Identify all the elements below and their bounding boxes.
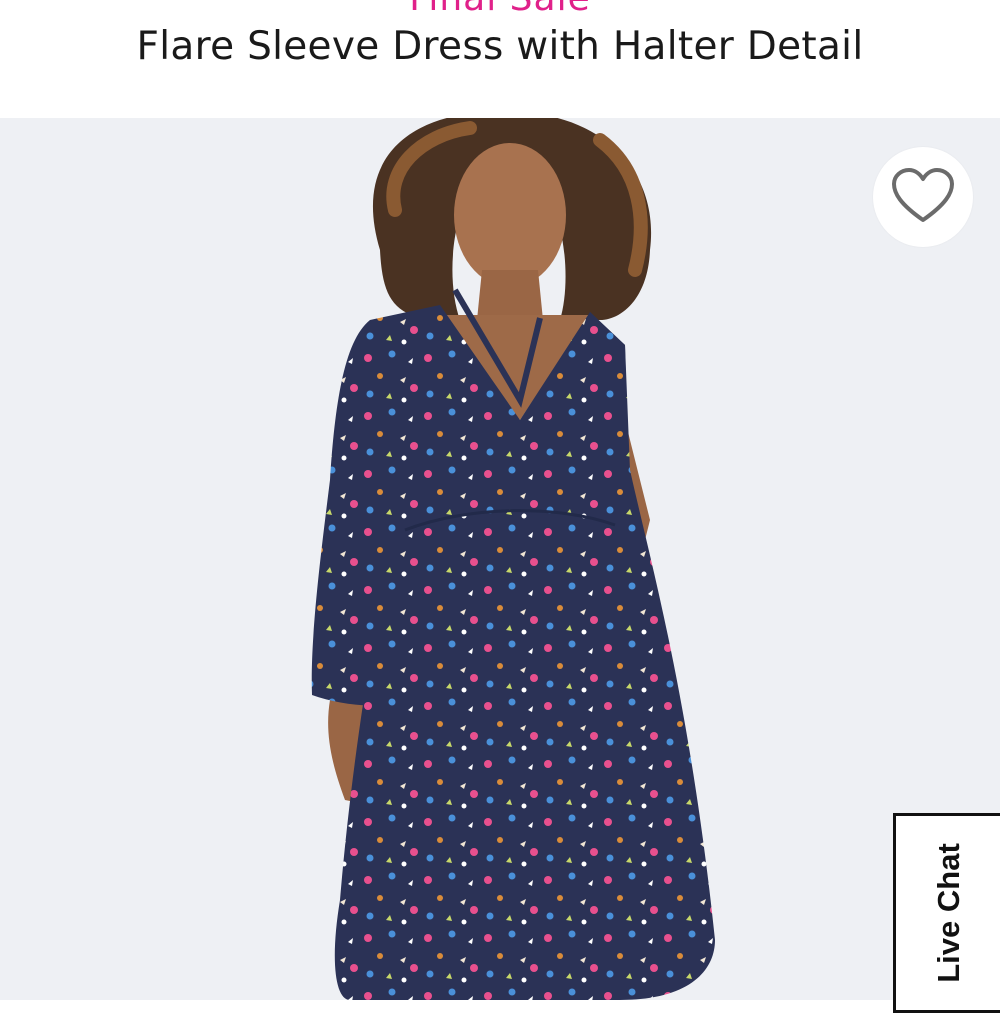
product-header: Final Sale Flare Sleeve Dress with Halte… (0, 0, 1000, 118)
model-illustration (311, 118, 715, 1000)
final-sale-label: Final Sale (0, 0, 1000, 19)
favorite-button[interactable] (873, 147, 973, 247)
product-image[interactable] (0, 118, 1000, 1000)
live-chat-label: Live Chat (931, 843, 966, 983)
heart-outline-icon (890, 166, 956, 228)
live-chat-button[interactable]: Live Chat (893, 813, 1000, 1013)
product-title: Flare Sleeve Dress with Halter Detail (136, 24, 864, 69)
